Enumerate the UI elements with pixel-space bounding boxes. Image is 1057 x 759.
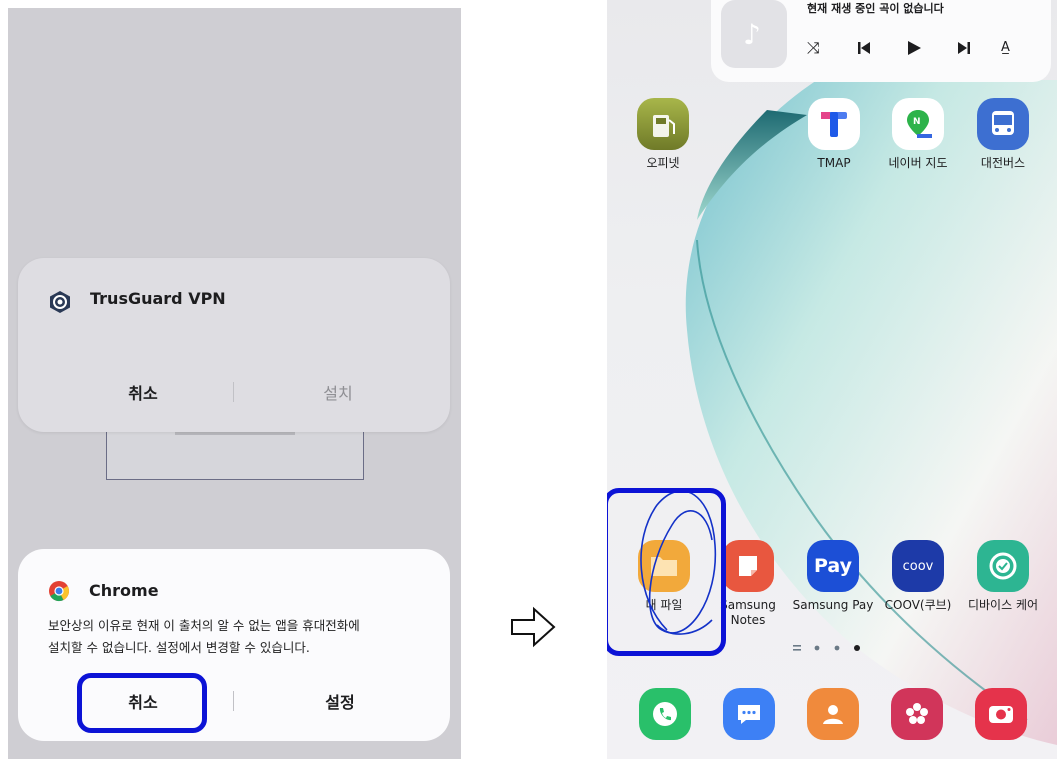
left-phone-screen: TrusGuard VPN 취소 설치 Chrome 보안상의 이유로 현재 이… (8, 8, 461, 759)
vpn-dialog: TrusGuard VPN 취소 설치 (18, 258, 450, 432)
device-care-icon (977, 540, 1029, 592)
cancel-highlight-annotation (77, 673, 207, 733)
shuffle-icon[interactable]: ⤨ (807, 38, 820, 58)
pay-icon: Pay (807, 540, 859, 592)
chrome-dialog: Chrome 보안상의 이유로 현재 이 출처의 알 수 없는 앱을 휴대전화에… (18, 549, 450, 741)
app-label: 네이버 지도 (888, 156, 948, 170)
opinet-icon (637, 98, 689, 150)
naver-map-icon: N (892, 98, 944, 150)
vpn-button-divider (233, 382, 234, 402)
app-tmap[interactable]: TMAP (789, 98, 879, 171)
my-files-highlight-annotation (607, 488, 726, 656)
camera-icon[interactable] (975, 688, 1027, 740)
vpn-install-button[interactable]: 설치 (293, 380, 383, 404)
phone-icon[interactable] (639, 688, 691, 740)
text-size-icon[interactable]: A̲ (1001, 40, 1010, 55)
app-label: TMAP (817, 156, 851, 170)
chrome-icon (49, 581, 70, 602)
next-icon[interactable] (957, 40, 971, 59)
right-phone-home-screen: ♪ 현재 재생 중인 곡이 없습니다 ⤨ A̲ 오피넷 TMAP N 네이버 지… (607, 0, 1057, 759)
app-opinet[interactable]: 오피넷 (618, 98, 708, 171)
vpn-app-name: TrusGuard VPN (90, 289, 226, 308)
coov-icon-text: coov (902, 558, 934, 574)
chrome-button-divider (233, 691, 234, 711)
previous-icon[interactable] (857, 40, 871, 59)
app-daejeon-bus[interactable]: 대전버스 (958, 98, 1048, 171)
pay-icon-text: Pay (813, 555, 853, 577)
chrome-settings-button[interactable]: 설정 (295, 689, 385, 713)
app-naver-map[interactable]: N 네이버 지도 (873, 98, 963, 171)
contacts-icon[interactable] (807, 688, 859, 740)
music-note-icon: ♪ (743, 18, 761, 51)
gallery-icon[interactable] (891, 688, 943, 740)
app-label: COOV(쿠브) (884, 598, 952, 612)
chrome-message-line2: 설치할 수 없습니다. 설정에서 변경할 수 있습니다. (48, 640, 310, 655)
album-art: ♪ (721, 0, 787, 68)
notes-icon (722, 540, 774, 592)
chrome-message: 보안상의 이유로 현재 이 출처의 알 수 없는 앱을 휴대전화에 설치할 수 … (48, 615, 428, 659)
background-document-box (106, 428, 364, 480)
app-device-care[interactable]: 디바이스 케어 (958, 540, 1048, 613)
music-status: 현재 재생 중인 곡이 없습니다 (807, 2, 944, 15)
app-label: 오피넷 (646, 156, 680, 170)
trusguard-vpn-icon (50, 291, 70, 313)
app-label: 대전버스 (980, 156, 1026, 170)
app-label: 디바이스 케어 (967, 598, 1039, 612)
coov-icon: coov (892, 540, 944, 592)
app-coov[interactable]: coov COOV(쿠브) (873, 540, 963, 613)
chrome-app-name: Chrome (89, 581, 159, 600)
app-samsung-pay[interactable]: Pay Samsung Pay (788, 540, 878, 613)
messages-icon[interactable] (723, 688, 775, 740)
tmap-icon (808, 98, 860, 150)
app-label: Samsung Pay (792, 598, 874, 612)
chrome-message-line1: 보안상의 이유로 현재 이 출처의 알 수 없는 앱을 휴대전화에 (48, 618, 360, 633)
bus-icon (977, 98, 1029, 150)
arrow-right-outline-icon (511, 606, 556, 648)
play-icon[interactable] (907, 40, 921, 59)
svg-text:N: N (913, 117, 921, 127)
music-widget: ♪ 현재 재생 중인 곡이 없습니다 ⤨ A̲ (711, 0, 1051, 82)
vpn-cancel-button[interactable]: 취소 (98, 380, 188, 404)
page-indicator (793, 645, 860, 651)
